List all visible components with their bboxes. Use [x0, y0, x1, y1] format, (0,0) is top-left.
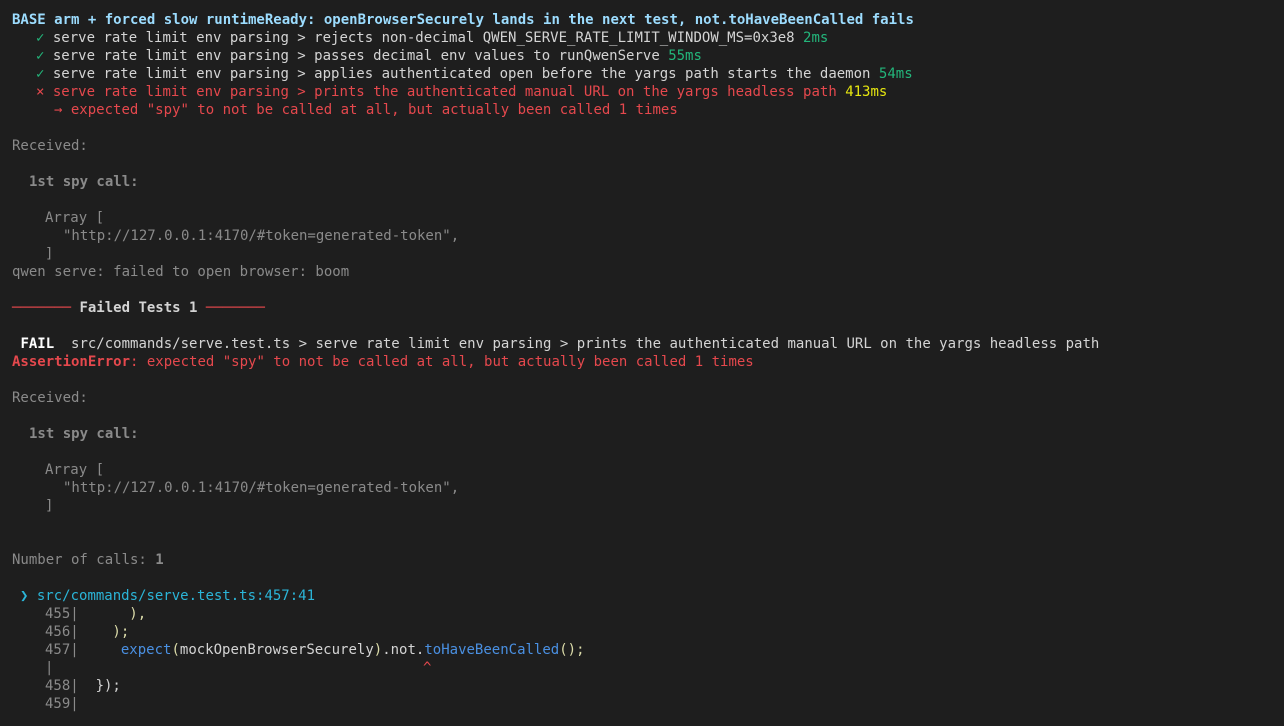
code-method: toHaveBeenCalled [424, 642, 560, 658]
check-icon: ✓ [36, 30, 45, 46]
line-number: 458| [45, 678, 79, 694]
test-result-3: ✓ serve rate limit env parsing > applies… [36, 65, 913, 83]
received-label: Received: [12, 138, 88, 154]
line-number: 457| [45, 642, 79, 658]
code-text: ), [78, 606, 147, 622]
error-name: AssertionError [12, 354, 131, 370]
code-line-455: 455| ), [45, 605, 146, 623]
array-item: "http://127.0.0.1:4170/#token=generated-… [63, 228, 460, 244]
assertion-error: AssertionError: expected "spy" to not be… [12, 353, 754, 371]
number-of-calls: Number of calls: 1 [12, 551, 164, 569]
check-icon: ✓ [36, 48, 45, 64]
code-fn: expect [120, 642, 172, 658]
received-label: Received: [12, 390, 88, 406]
code-paren-close: ) [373, 642, 383, 658]
code-line-456: 456| ); [45, 623, 129, 641]
test-duration: 2ms [803, 30, 829, 46]
gutter-pipe: | [45, 660, 54, 676]
test-result-1: ✓ serve rate limit env parsing > rejects… [36, 29, 828, 47]
test-result-2: ✓ serve rate limit env parsing > passes … [36, 47, 702, 65]
code-line-457: 457| expect(mockOpenBrowserSecurely).not… [45, 641, 585, 659]
code-text: }); [78, 678, 121, 694]
test-duration: 54ms [878, 66, 913, 82]
code-location: ❯ src/commands/serve.test.ts:457:41 [20, 587, 315, 605]
calls-value: 1 [155, 552, 164, 568]
arrow-right-icon: → [54, 102, 63, 118]
location-file: src/commands/serve.test.ts:457:41 [36, 588, 316, 604]
code-end: (); [559, 642, 585, 658]
chevron-right-icon: ❯ [20, 588, 29, 604]
failed-tests-header: ─────── Failed Tests 1 ─────── [12, 299, 265, 317]
line-number: 456| [45, 624, 79, 640]
test-duration: 55ms [668, 48, 702, 64]
test-duration: 413ms [845, 84, 888, 100]
code-paren-open: ( [171, 642, 180, 658]
array-item: "http://127.0.0.1:4170/#token=generated-… [63, 480, 460, 496]
test-name: serve rate limit env parsing > applies a… [52, 66, 871, 82]
array-close: ] [45, 246, 54, 262]
cross-icon: × [36, 84, 45, 100]
error-message: : expected "spy" to not be called at all… [130, 354, 754, 370]
rule-left: ─────── [12, 300, 72, 316]
failure-detail: → expected "spy" to not be called at all… [54, 101, 678, 119]
rule-right: ─────── [205, 300, 265, 316]
fail-badge: FAIL [20, 336, 55, 352]
failed-tests-title: Failed Tests 1 [79, 300, 198, 316]
code-not: .not. [382, 642, 425, 658]
array-open: Array [ [45, 210, 105, 226]
line-number: 455| [45, 606, 79, 622]
calls-label: Number of calls: [12, 552, 156, 568]
code-line-458: 458| }); [45, 677, 121, 695]
array-open: Array [ [45, 462, 105, 478]
test-name: serve rate limit env parsing > passes de… [52, 48, 660, 64]
test-name: serve rate limit env parsing > rejects n… [52, 30, 795, 46]
fail-path: src/commands/serve.test.ts > serve rate … [71, 336, 1100, 352]
error-caret: ^ [423, 660, 432, 676]
line-number: 459| [45, 696, 79, 712]
check-icon: ✓ [36, 66, 45, 82]
spy-call-label: 1st spy call: [29, 426, 139, 442]
code-arg: mockOpenBrowserSecurely [179, 642, 374, 658]
code-text: ); [78, 624, 130, 640]
test-name: serve rate limit env parsing > prints th… [52, 84, 837, 100]
code-caret-line: | ^ [45, 659, 431, 677]
failure-message: expected "spy" to not be called at all, … [70, 102, 678, 118]
stderr-line: qwen serve: failed to open browser: boom [12, 264, 350, 280]
code-line-459: 459| [45, 695, 79, 713]
array-close: ] [45, 498, 54, 514]
fail-line: FAIL src/commands/serve.test.ts > serve … [12, 335, 1099, 353]
spy-call-label: 1st spy call: [29, 174, 139, 190]
terminal-window: BASE arm + forced slow runtimeReady: ope… [0, 0, 1284, 726]
test-heading: BASE arm + forced slow runtimeReady: ope… [12, 12, 914, 28]
test-result-4: × serve rate limit env parsing > prints … [36, 83, 887, 101]
